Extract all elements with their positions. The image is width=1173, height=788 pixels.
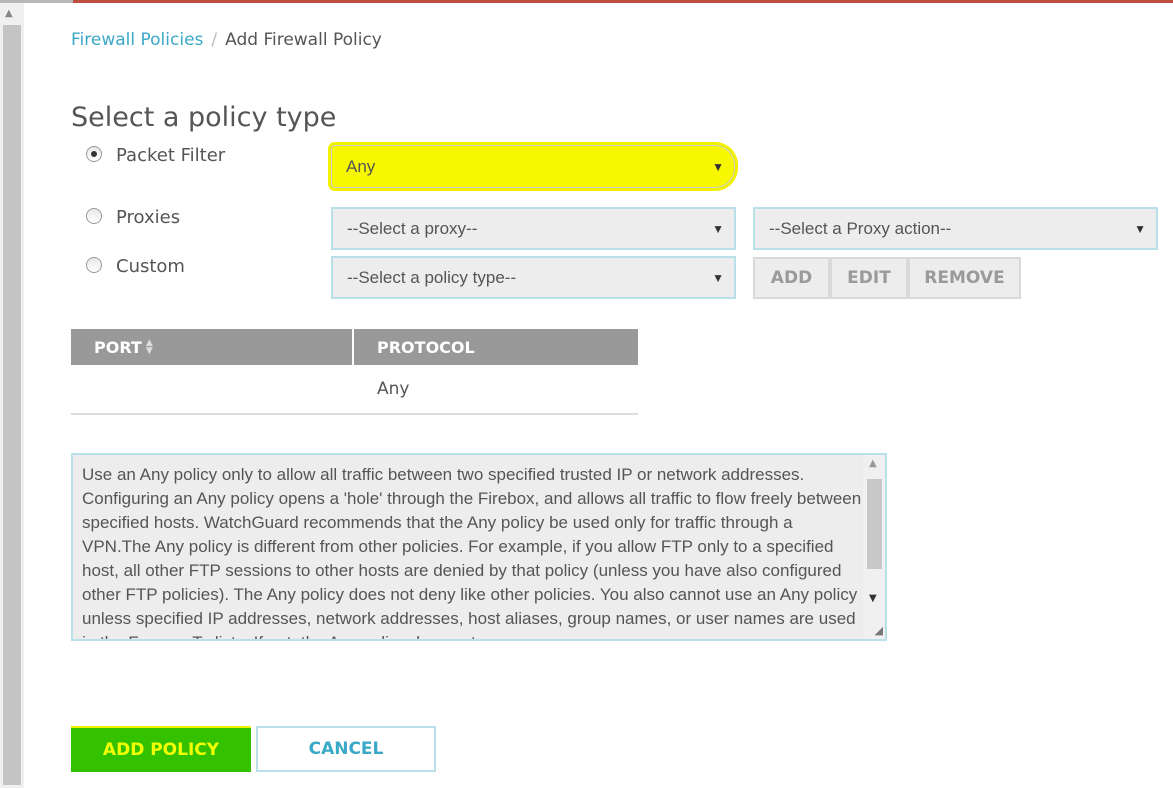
- custom-policy-select[interactable]: --Select a policy type-- ▼: [331, 256, 736, 299]
- resize-grip-icon[interactable]: ◢: [875, 624, 883, 637]
- chevron-down-icon: ▼: [712, 159, 724, 174]
- remove-custom-button[interactable]: REMOVE: [908, 257, 1021, 299]
- page-title: Select a policy type: [71, 102, 337, 133]
- textarea-scrollbar[interactable]: ▲ ▼ ◢: [863, 455, 885, 639]
- policy-description-text: Use an Any policy only to allow all traf…: [82, 465, 862, 639]
- proxy-action-select[interactable]: --Select a Proxy action-- ▼: [753, 207, 1158, 250]
- packet-filter-select-value: Any: [346, 156, 376, 176]
- sort-icon[interactable]: ▲ ▼: [146, 339, 153, 356]
- window-top-border: [0, 0, 1173, 3]
- scroll-up-icon[interactable]: ▲: [869, 458, 877, 469]
- radio-label-proxies[interactable]: Proxies: [116, 207, 180, 228]
- radio-custom[interactable]: [86, 257, 102, 273]
- packet-filter-select[interactable]: Any ▼: [331, 145, 735, 188]
- breadcrumb-firewall-policies[interactable]: Firewall Policies: [71, 30, 203, 50]
- radio-label-packet-filter[interactable]: Packet Filter: [116, 145, 225, 166]
- radio-label-custom[interactable]: Custom: [116, 256, 185, 277]
- scrollbar-thumb[interactable]: [3, 25, 21, 785]
- edit-custom-button[interactable]: EDIT: [830, 257, 908, 299]
- breadcrumb-current: Add Firewall Policy: [225, 30, 382, 50]
- column-header-port-label: PORT: [94, 337, 142, 357]
- column-header-protocol: PROTOCOL: [377, 337, 475, 357]
- column-header-port[interactable]: PORT ▲ ▼: [71, 329, 354, 365]
- scroll-down-icon[interactable]: ▼: [869, 593, 877, 604]
- cancel-button[interactable]: CANCEL: [256, 726, 436, 772]
- chevron-down-icon: ▼: [1134, 221, 1146, 236]
- radio-proxies[interactable]: [86, 208, 102, 224]
- page-scrollbar[interactable]: ▲: [0, 3, 24, 788]
- breadcrumb: Firewall Policies / Add Firewall Policy: [71, 30, 382, 50]
- port-protocol-table: PORT ▲ ▼ PROTOCOL Any: [71, 329, 638, 415]
- scroll-up-icon[interactable]: ▲: [5, 8, 13, 19]
- breadcrumb-separator: /: [211, 30, 218, 50]
- add-policy-button[interactable]: ADD POLICY: [71, 726, 251, 772]
- chevron-down-icon: ▼: [712, 221, 724, 236]
- radio-packet-filter[interactable]: [86, 146, 102, 162]
- chevron-down-icon: ▼: [712, 270, 724, 285]
- custom-policy-select-value: --Select a policy type--: [347, 267, 517, 287]
- proxy-select[interactable]: --Select a proxy-- ▼: [331, 207, 736, 250]
- policy-description-textarea[interactable]: Use an Any policy only to allow all traf…: [71, 453, 887, 641]
- proxy-select-value: --Select a proxy--: [347, 218, 478, 238]
- cell-port: [71, 365, 354, 413]
- table-row: Any: [71, 365, 638, 415]
- table-header: PORT ▲ ▼ PROTOCOL: [71, 329, 638, 365]
- textarea-scrollbar-thumb[interactable]: [867, 479, 882, 569]
- proxy-action-select-value: --Select a Proxy action--: [769, 218, 952, 238]
- add-custom-button[interactable]: ADD: [753, 257, 830, 299]
- cell-protocol: Any: [377, 379, 410, 399]
